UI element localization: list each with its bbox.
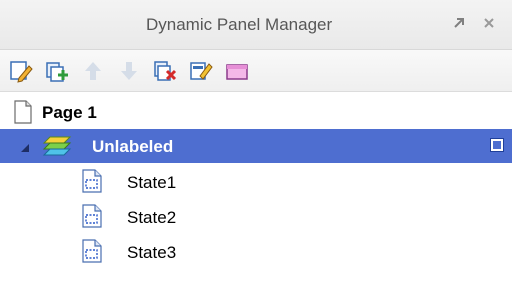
- collapse-triangle-icon[interactable]: [20, 140, 30, 158]
- delete-icon[interactable]: [152, 58, 178, 84]
- panel-visibility-checkbox[interactable]: [490, 138, 504, 152]
- edit-state-icon[interactable]: [188, 58, 214, 84]
- dynamic-panel-manager: Dynamic Panel Manager Page 1 Unlabeled S…: [0, 0, 512, 290]
- panel-tree: Page 1 Unlabeled State1 State2 State3: [0, 92, 512, 290]
- tree-item-page[interactable]: Page 1: [0, 95, 512, 129]
- dynamic-panel-icon: [42, 135, 72, 162]
- title-bar: Dynamic Panel Manager: [0, 0, 512, 50]
- panel-title: Dynamic Panel Manager: [146, 15, 333, 34]
- arrow-up-icon[interactable]: [80, 58, 106, 84]
- edit-icon[interactable]: [8, 58, 34, 84]
- tree-item-state[interactable]: State2: [0, 200, 512, 234]
- page-icon: [14, 100, 32, 129]
- popout-icon[interactable]: [448, 12, 470, 34]
- add-state-icon[interactable]: [44, 58, 70, 84]
- state-icon: [82, 204, 102, 233]
- arrow-down-icon[interactable]: [116, 58, 142, 84]
- toolbar: [0, 50, 512, 92]
- state-label: State1: [127, 173, 177, 192]
- tree-item-dynamic-panel[interactable]: Unlabeled: [0, 129, 512, 163]
- page-label: Page 1: [42, 103, 97, 122]
- state-icon: [82, 169, 102, 198]
- state-label: State3: [127, 243, 177, 262]
- close-icon[interactable]: [478, 12, 500, 34]
- properties-icon[interactable]: [224, 58, 250, 84]
- tree-item-state[interactable]: State3: [0, 235, 512, 269]
- state-label: State2: [127, 208, 177, 227]
- panel-label: Unlabeled: [92, 137, 174, 156]
- state-icon: [82, 239, 102, 268]
- tree-item-state[interactable]: State1: [0, 165, 512, 199]
